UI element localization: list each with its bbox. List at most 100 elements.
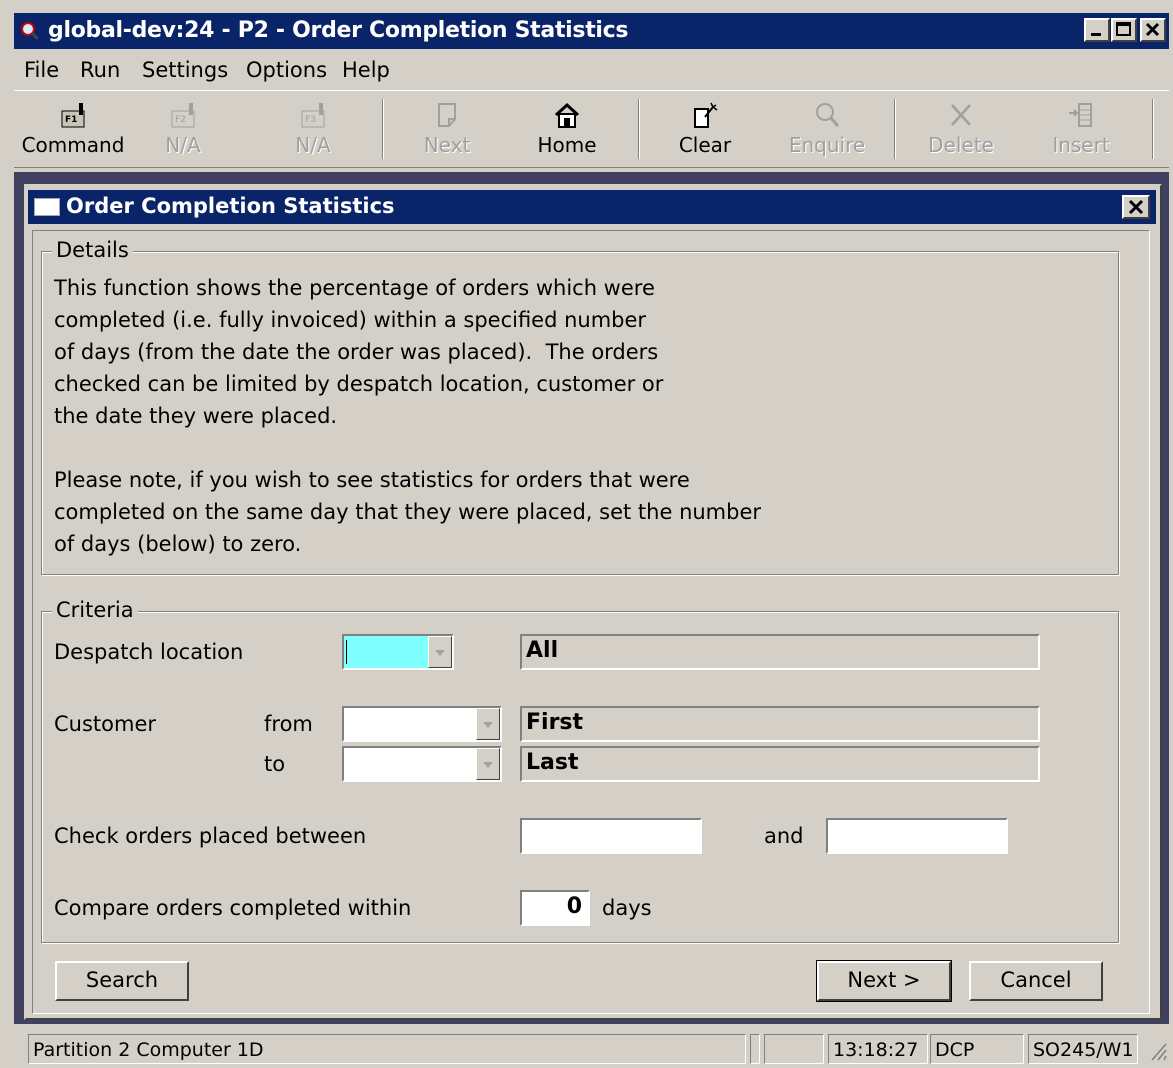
menu-options[interactable]: Options	[246, 58, 327, 82]
enquire-label: Enquire	[788, 133, 866, 157]
command-label: Command	[21, 133, 125, 157]
status-program: SO245/W1	[1028, 1034, 1138, 1064]
menu-settings[interactable]: Settings	[142, 58, 228, 82]
dialog-title-bar: Order Completion Statistics	[28, 190, 1156, 224]
menu-help[interactable]: Help	[342, 58, 390, 82]
despatch-location-description: All	[520, 634, 1040, 670]
close-icon	[1145, 22, 1160, 37]
svg-text:F1: F1	[65, 115, 77, 125]
status-panel-empty	[764, 1034, 824, 1064]
command-button[interactable]: F1 Command	[18, 91, 128, 165]
insert-label: Insert	[1052, 133, 1110, 157]
svg-text:F3: F3	[305, 115, 316, 125]
window-title: global-dev:24 - P2 - Order Completion St…	[48, 18, 629, 43]
toolbar-separator	[382, 99, 384, 159]
dialog-title: Order Completion Statistics	[66, 194, 395, 218]
search-button[interactable]: Search	[55, 961, 189, 1001]
clear-button[interactable]: Clear	[650, 91, 760, 165]
despatch-location-dropdown-button[interactable]	[428, 636, 452, 668]
customer-from-description: First	[520, 706, 1040, 742]
delete-button[interactable]: Delete	[906, 91, 1016, 165]
f1-key-icon: F1	[61, 103, 85, 128]
next-toolbar-button[interactable]: Next	[392, 91, 502, 165]
date-start-field[interactable]	[520, 818, 702, 854]
customer-label: Customer	[54, 712, 157, 736]
date-range-label: Check orders placed between	[54, 824, 367, 848]
f3-button[interactable]: F3 N/A	[258, 91, 368, 165]
insert-button[interactable]: Insert	[1026, 91, 1136, 165]
f2-key-icon: F2	[171, 103, 195, 128]
f2-label: N/A	[165, 133, 201, 157]
toolbar: F1 Command F2 N/A F3 N/A Next Home Clear…	[14, 90, 1169, 168]
toolbar-separator	[638, 99, 640, 159]
customer-to-description: Last	[520, 746, 1040, 782]
f2-button[interactable]: F2 N/A	[128, 91, 238, 165]
app-magnifier-icon	[21, 22, 40, 41]
toolbar-separator	[1152, 99, 1154, 159]
minimize-button[interactable]	[1084, 18, 1110, 42]
text-caret	[346, 640, 347, 664]
status-time: 13:18:27	[828, 1034, 928, 1064]
next-toolbar-label: Next	[423, 133, 471, 157]
delete-x-icon	[951, 104, 971, 126]
cancel-button[interactable]: Cancel	[969, 961, 1103, 1001]
clear-icon	[694, 102, 718, 128]
customer-from-label: from	[264, 712, 313, 736]
days-label: Compare orders completed within	[54, 896, 412, 920]
details-group: Details This function shows the percenta…	[41, 238, 1119, 575]
maximize-icon	[1116, 22, 1131, 36]
status-panel-empty	[750, 1034, 760, 1064]
details-paragraph-1: This function shows the percentage of or…	[54, 276, 664, 428]
next-button[interactable]: Next >	[816, 960, 952, 1002]
despatch-location-label: Despatch location	[54, 640, 244, 664]
date-end-field[interactable]	[826, 818, 1008, 854]
menu-file[interactable]: File	[24, 58, 59, 82]
close-icon	[1128, 199, 1144, 215]
days-unit-label: days	[602, 896, 652, 920]
customer-to-combo[interactable]	[342, 746, 502, 782]
status-bar: Partition 2 Computer 1D 13:18:27 DCP SO2…	[14, 1030, 1169, 1066]
and-label: and	[764, 824, 804, 848]
home-button[interactable]: Home	[512, 91, 622, 165]
menu-run[interactable]: Run	[80, 58, 120, 82]
title-bar: global-dev:24 - P2 - Order Completion St…	[14, 13, 1169, 49]
home-label: Home	[537, 133, 597, 157]
order-completion-dialog: Order Completion Statistics Details This…	[24, 184, 1162, 1020]
chevron-down-icon	[435, 650, 445, 656]
magnifier-icon	[816, 103, 840, 127]
customer-to-dropdown-button[interactable]	[476, 748, 500, 780]
delete-label: Delete	[928, 133, 994, 157]
home-icon	[554, 102, 580, 128]
status-partition: Partition 2 Computer 1D	[28, 1034, 746, 1064]
maximize-button[interactable]	[1111, 18, 1137, 42]
enquire-button[interactable]: Enquire	[772, 91, 882, 165]
details-paragraph-2: Please note, if you wish to see statisti…	[54, 468, 762, 556]
clear-label: Clear	[678, 133, 732, 157]
chevron-down-icon	[483, 722, 493, 728]
dialog-content: Details This function shows the percenta…	[32, 230, 1150, 1014]
mdi-client-area: Order Completion Statistics Details This…	[14, 172, 1169, 1024]
details-label: Details	[52, 238, 133, 262]
customer-from-dropdown-button[interactable]	[476, 708, 500, 740]
f3-key-icon: F3	[301, 103, 325, 128]
resize-grip-icon[interactable]	[1148, 1038, 1168, 1062]
status-user: DCP	[930, 1034, 1024, 1064]
days-field[interactable]: 0	[520, 890, 590, 926]
customer-to-label: to	[264, 752, 286, 776]
f3-label: N/A	[295, 133, 331, 157]
application-window: global-dev:24 - P2 - Order Completion St…	[0, 0, 1173, 1068]
chevron-down-icon	[483, 762, 493, 768]
criteria-label: Criteria	[52, 598, 138, 622]
dialog-close-button[interactable]	[1122, 195, 1150, 219]
close-button[interactable]	[1140, 18, 1166, 42]
criteria-group: Criteria Despatch location All Customer …	[41, 598, 1119, 943]
insert-icon	[1069, 103, 1092, 127]
toolbar-separator	[894, 99, 896, 159]
next-page-icon	[438, 103, 456, 127]
svg-text:F2: F2	[175, 115, 186, 125]
despatch-location-combo[interactable]	[342, 634, 454, 670]
window-icon	[34, 198, 60, 216]
minimize-icon	[1091, 33, 1101, 36]
customer-from-combo[interactable]	[342, 706, 502, 742]
menu-bar: File Run Settings Options Help	[14, 52, 1169, 88]
